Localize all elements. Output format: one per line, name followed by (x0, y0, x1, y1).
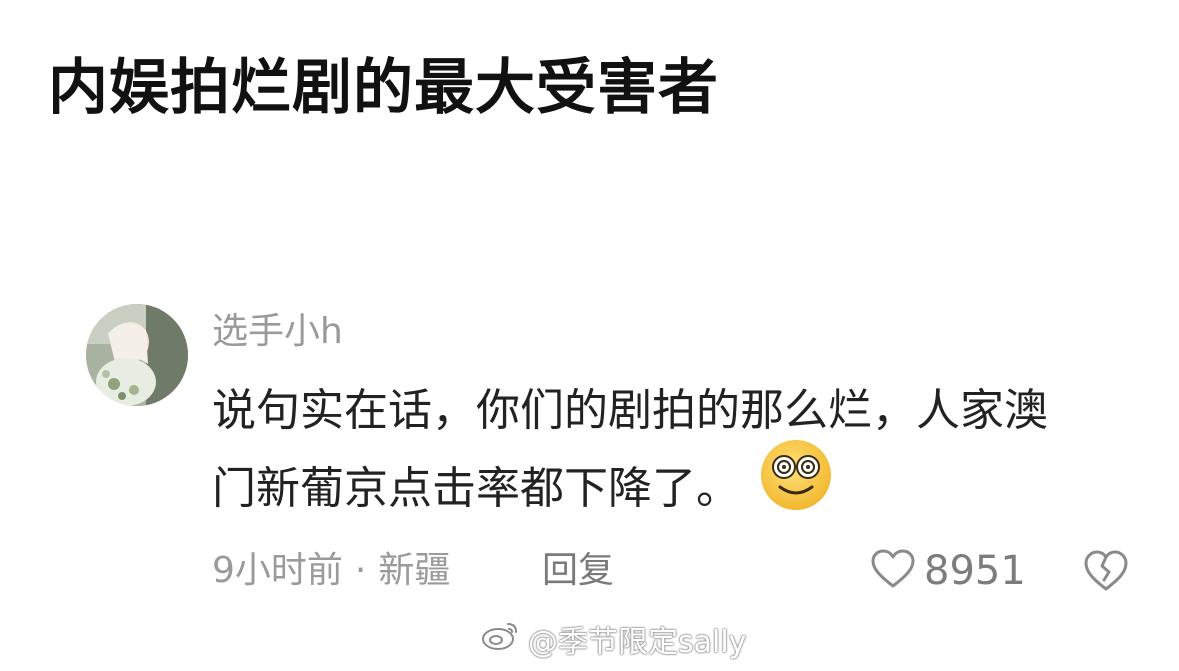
avatar-image (86, 304, 188, 406)
meta-separator: · (354, 550, 367, 591)
comment-body: 说句实在话，你们的剧拍的那么烂，人家澳 门新葡京点击率都下降了。 (212, 375, 1152, 535)
page-title: 内娱拍烂剧的最大受害者 (48, 53, 719, 123)
broken-heart-icon (1082, 550, 1130, 598)
comment-meta: 9小时前 · 新疆 (212, 545, 450, 597)
comment-location: 新疆 (378, 550, 451, 591)
watermark: @季节限定sally (480, 614, 746, 664)
heart-icon (870, 548, 916, 594)
comment-text-line-1: 说句实在话，你们的剧拍的那么烂，人家澳 (212, 385, 1048, 436)
like-count: 8951 (924, 548, 1026, 594)
comment-text-line-2-content: 门新葡京点击率都下降了。 (212, 463, 740, 514)
comment-text-line-2: 门新葡京点击率都下降了。 (212, 440, 1152, 535)
comment-time: 9小时前 (212, 550, 343, 591)
dislike-button[interactable] (1082, 548, 1130, 594)
smiling-face-emoji-icon (758, 437, 834, 535)
like-button[interactable]: 8951 (870, 545, 1026, 597)
comment-username[interactable]: 选手小h (212, 308, 343, 356)
avatar[interactable] (86, 304, 188, 406)
watermark-text: @季节限定sally (528, 625, 747, 660)
reply-button[interactable]: 回复 (542, 545, 614, 597)
weibo-logo-icon (480, 618, 520, 660)
